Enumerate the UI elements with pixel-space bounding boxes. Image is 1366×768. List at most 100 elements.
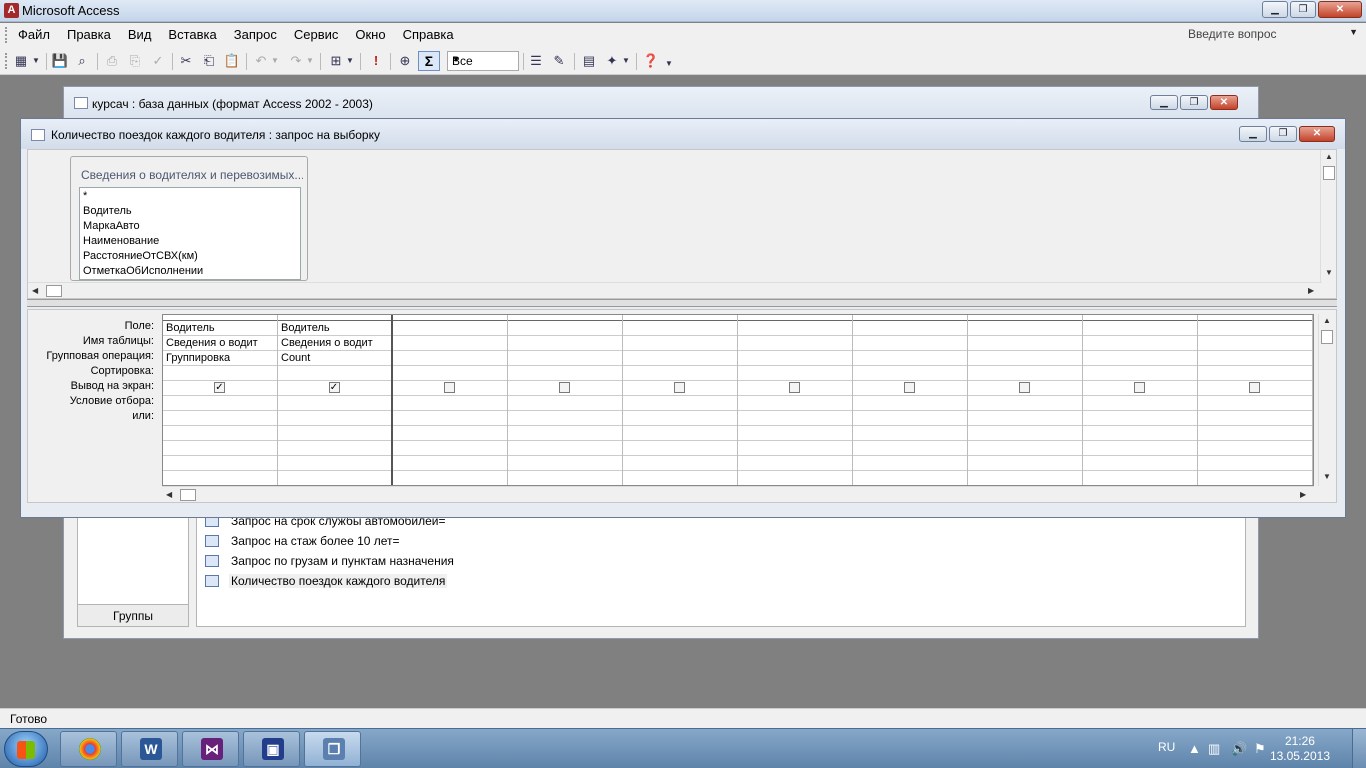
grid-cell-table[interactable] — [738, 336, 852, 351]
grid-cell-or[interactable] — [1198, 426, 1312, 441]
field-item[interactable]: РасстояниеОтСВХ(км) — [83, 250, 198, 265]
grid-cell-or[interactable] — [163, 456, 277, 471]
table-pane-vscroll[interactable]: ▲ ▼ — [1320, 150, 1336, 282]
grid-cell-or[interactable] — [508, 411, 622, 426]
grid-cell-sort[interactable] — [163, 366, 277, 381]
properties-icon[interactable]: ☰ — [527, 52, 545, 70]
grid-cell-or[interactable] — [1198, 471, 1312, 485]
chevron-down-icon[interactable]: ▼ — [305, 52, 315, 70]
grid-cell-or[interactable] — [163, 426, 277, 441]
grid-cell-total[interactable] — [968, 351, 1082, 366]
checkbox-unchecked[interactable] — [1134, 382, 1145, 393]
print-preview-icon[interactable]: ⎘ — [126, 52, 144, 70]
grid-cell-or[interactable] — [968, 426, 1082, 441]
grid-hscroll[interactable]: ◀ ▶ — [162, 486, 1314, 502]
database-window-icon[interactable]: ▤ — [580, 52, 598, 70]
db-restore-button[interactable]: ❐ — [1180, 95, 1208, 110]
checkbox-unchecked[interactable] — [1019, 382, 1030, 393]
grid-cell-or[interactable] — [623, 456, 737, 471]
grid-cell-criteria[interactable] — [163, 396, 277, 411]
grid-cell-or[interactable] — [968, 456, 1082, 471]
grid-cell-table[interactable] — [1083, 336, 1197, 351]
query-minimize-button[interactable]: ▁ — [1239, 126, 1267, 142]
scroll-down-icon[interactable]: ▼ — [1323, 472, 1331, 481]
start-button[interactable] — [4, 731, 48, 767]
grid-cell-or[interactable] — [1083, 441, 1197, 456]
grid-cell-or[interactable] — [278, 441, 391, 456]
grid-cell-or[interactable] — [853, 411, 967, 426]
chevron-down-icon[interactable]: ▼ — [270, 52, 280, 70]
query-close-button[interactable]: ✕ — [1299, 126, 1335, 142]
menu-help[interactable]: Справка — [403, 27, 454, 42]
scroll-up-icon[interactable]: ▲ — [1325, 152, 1333, 161]
checkbox-unchecked[interactable] — [444, 382, 455, 393]
grid-cell-sort[interactable] — [1198, 366, 1312, 381]
chevron-down-icon[interactable]: ▼ — [621, 52, 631, 70]
grid-cell-table[interactable] — [853, 336, 967, 351]
grid-cell-criteria[interactable] — [968, 396, 1082, 411]
grid-cell-or[interactable] — [393, 426, 507, 441]
grid-cell-or[interactable] — [968, 471, 1082, 485]
db-close-button[interactable]: ✕ — [1210, 95, 1238, 110]
grid-cell-sort[interactable] — [1083, 366, 1197, 381]
close-button[interactable]: ✕ — [1318, 1, 1362, 18]
grid-cell-or[interactable] — [1198, 411, 1312, 426]
grid-cell-field[interactable] — [508, 321, 622, 336]
grid-vscroll[interactable]: ▲ ▼ — [1318, 314, 1334, 486]
grid-cell-sort[interactable] — [393, 366, 507, 381]
grid-cell-field[interactable]: Водитель — [163, 321, 277, 336]
taskbar-chrome[interactable] — [60, 731, 117, 767]
menu-query[interactable]: Запрос — [234, 27, 277, 42]
pane-splitter[interactable] — [27, 299, 1337, 307]
taskbar-save[interactable]: ▣ — [243, 731, 300, 767]
grid-cell-or[interactable] — [1083, 411, 1197, 426]
build-icon[interactable]: ✎ — [550, 52, 568, 70]
grid-cell-field[interactable]: Водитель — [278, 321, 391, 336]
scroll-right-icon[interactable]: ▶ — [1308, 286, 1314, 295]
grid-cell-sort[interactable] — [623, 366, 737, 381]
clock[interactable]: 21:26 13.05.2013 — [1270, 734, 1330, 764]
field-list-header[interactable]: Сведения о водителях и перевозимых... — [81, 168, 303, 182]
field-item[interactable]: ОтметкаОбИсполнении — [83, 265, 203, 280]
grid-cell-or[interactable] — [508, 426, 622, 441]
checkbox-unchecked[interactable] — [559, 382, 570, 393]
grid-cell-field[interactable] — [968, 321, 1082, 336]
grid-cell-field[interactable] — [738, 321, 852, 336]
groups-button[interactable]: Группы — [78, 604, 188, 626]
menu-grip[interactable] — [5, 27, 8, 43]
grid-cell-total[interactable]: Count — [278, 351, 391, 366]
paste-icon[interactable]: 📋 — [223, 52, 241, 70]
grid-cell-or[interactable] — [1198, 456, 1312, 471]
menu-edit[interactable]: Правка — [67, 27, 111, 42]
checkbox-unchecked[interactable] — [789, 382, 800, 393]
grid-cell-criteria[interactable] — [1083, 396, 1197, 411]
grid-cell-criteria[interactable] — [278, 396, 391, 411]
grid-cell-total[interactable] — [1198, 351, 1312, 366]
grid-cell-criteria[interactable] — [393, 396, 507, 411]
grid-cell-or[interactable] — [1083, 456, 1197, 471]
menu-tools[interactable]: Сервис — [294, 27, 339, 42]
flag-icon[interactable]: ⚑ — [1254, 741, 1266, 757]
scroll-right-icon[interactable]: ▶ — [1300, 490, 1306, 499]
table-pane-hscroll[interactable]: ◀ ▶ — [28, 282, 1322, 298]
grid-cell-table[interactable] — [508, 336, 622, 351]
taskbar-word[interactable]: W — [121, 731, 178, 767]
new-object-icon[interactable]: ✦ — [603, 52, 621, 70]
grid-cell-or[interactable] — [393, 411, 507, 426]
network-icon[interactable]: ▥ — [1208, 741, 1220, 757]
grid-cell-or[interactable] — [853, 471, 967, 485]
scroll-up-icon[interactable]: ▲ — [1323, 316, 1331, 325]
copy-icon[interactable]: ⎗ — [200, 52, 218, 70]
checkbox-unchecked[interactable] — [674, 382, 685, 393]
db-minimize-button[interactable]: ▁ — [1150, 95, 1178, 110]
save-icon[interactable]: 💾 — [51, 52, 69, 70]
field-item[interactable]: МаркаАвто — [83, 220, 140, 235]
grid-cell-sort[interactable] — [508, 366, 622, 381]
grid-cell-total[interactable] — [393, 351, 507, 366]
grid-cell-or[interactable] — [738, 441, 852, 456]
grid-cell-criteria[interactable] — [623, 396, 737, 411]
list-item[interactable]: Запрос на стаж более 10 лет= — [203, 532, 603, 552]
scroll-thumb[interactable] — [1323, 166, 1335, 180]
undo-icon[interactable]: ↶ — [252, 52, 270, 70]
grid-cell-field[interactable] — [853, 321, 967, 336]
